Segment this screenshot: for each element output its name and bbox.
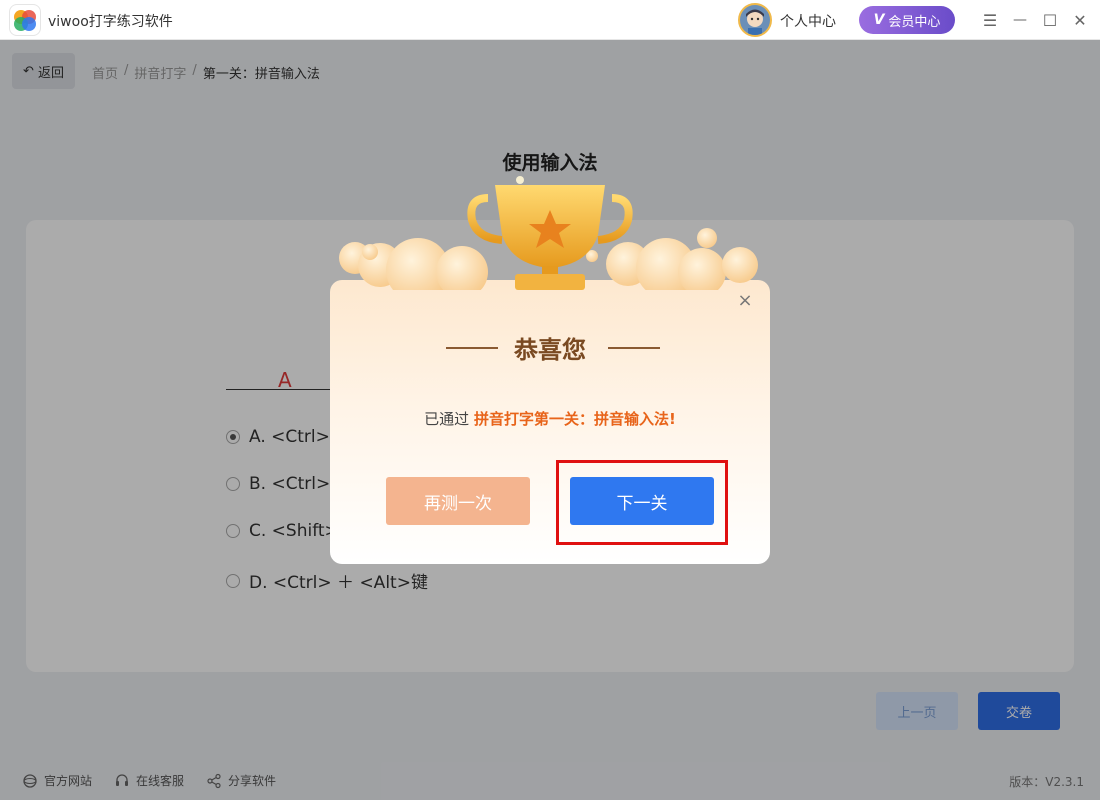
dialog-message: 已通过 拼音打字第一关：拼音输入法! [330, 408, 770, 429]
title-bar: viwoo打字练习软件 个人中心 V 会员中心 ☰ — ☐ ✕ [0, 0, 1100, 40]
vip-center-button[interactable]: V 会员中心 [859, 6, 955, 34]
dialog-heading: 恭喜您 [514, 336, 586, 364]
dialog-message-prefix: 已通过 [424, 410, 470, 428]
trophy-illustration [330, 160, 770, 302]
close-icon[interactable]: ✕ [1069, 9, 1091, 31]
app-logo-icon [10, 5, 40, 35]
minimize-icon[interactable]: — [1009, 9, 1031, 31]
dialog-close-icon[interactable]: × [735, 290, 755, 311]
app-title: viwoo打字练习软件 [48, 14, 173, 30]
menu-icon[interactable]: ☰ [979, 9, 1001, 31]
maximize-icon[interactable]: ☐ [1039, 9, 1061, 31]
personal-center-link[interactable]: 个人中心 [780, 11, 836, 31]
vip-icon: V [873, 12, 885, 28]
retry-button[interactable]: 再测一次 [386, 477, 530, 525]
next-level-highlight [556, 460, 728, 545]
dialog-message-level: 拼音打字第一关：拼音输入法! [473, 410, 676, 428]
trophy-icon [467, 176, 633, 290]
avatar[interactable] [738, 3, 772, 37]
vip-center-label: 会员中心 [888, 14, 941, 30]
